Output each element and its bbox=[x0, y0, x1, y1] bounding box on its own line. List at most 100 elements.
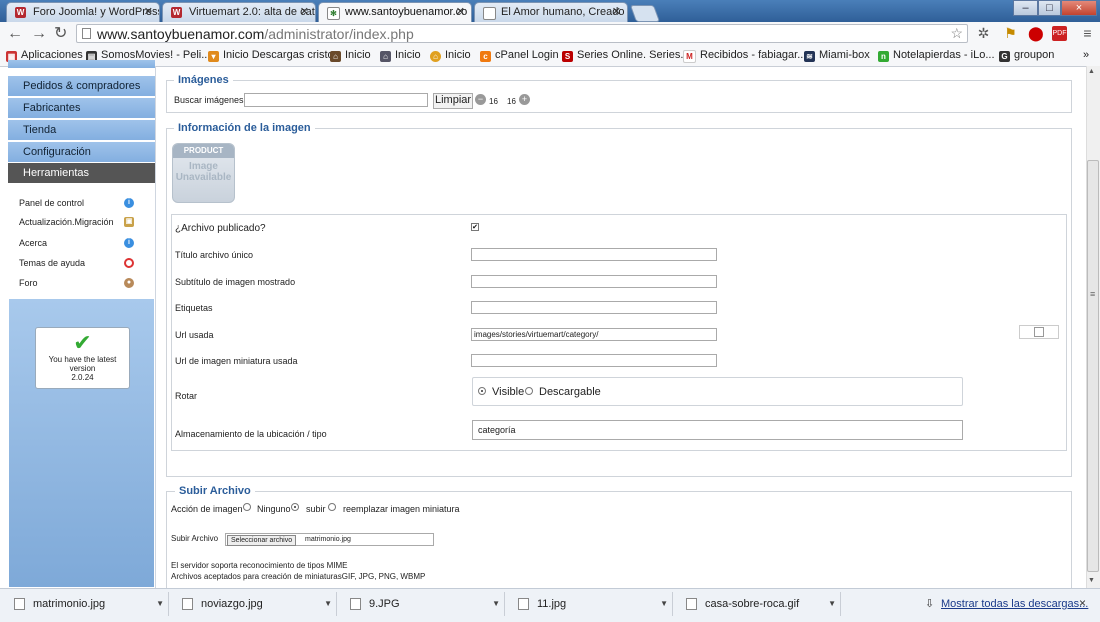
search-images-label: Buscar imágenes bbox=[174, 95, 244, 105]
mime-note: El servidor soporta reconocimiento de ti… bbox=[171, 561, 348, 570]
submenu-actualizacion[interactable]: Actualización.Migración bbox=[19, 217, 114, 227]
clear-button[interactable]: Limpiar bbox=[433, 93, 474, 109]
url-input[interactable] bbox=[471, 328, 717, 341]
download-filename: matrimonio.jpg bbox=[33, 598, 106, 610]
tab-amor-humano[interactable]: El Amor humano, Creado ✕ bbox=[474, 2, 628, 22]
sidebar-item-tienda[interactable]: Tienda bbox=[8, 120, 155, 141]
upload-file-label: Subir Archivo bbox=[171, 534, 219, 543]
bookmark-gmail[interactable]: M Recibidos - fabiagar... bbox=[683, 49, 806, 63]
bookmark-inicio-3[interactable]: ⌂ Inicio bbox=[430, 49, 471, 62]
imagenes-legend: Imágenes bbox=[174, 74, 233, 86]
stop-icon[interactable]: ⬤ bbox=[1028, 26, 1044, 41]
image-file-icon bbox=[518, 598, 529, 610]
close-icon[interactable]: ✕ bbox=[300, 3, 309, 21]
chevron-down-icon[interactable]: ▼ bbox=[492, 592, 500, 616]
bookmark-descargas[interactable]: ▾ Inicio Descargas cristo bbox=[208, 49, 334, 62]
action-none-radio[interactable] bbox=[243, 503, 251, 511]
back-arrow-icon[interactable]: ← bbox=[7, 25, 23, 43]
bookmark-groupon[interactable]: Ggroupon bbox=[999, 49, 1054, 62]
published-checkbox[interactable]: ✔ bbox=[471, 223, 479, 231]
grip-icon: ≡ bbox=[1090, 289, 1096, 299]
bookmark-series[interactable]: S Series Online. Series... bbox=[562, 49, 690, 62]
downloadable-radio[interactable] bbox=[525, 387, 533, 395]
close-icon[interactable]: ✕ bbox=[456, 3, 465, 21]
minimize-button[interactable]: – bbox=[1013, 0, 1038, 16]
action-replace-radio[interactable] bbox=[328, 503, 336, 511]
submenu-temas-ayuda[interactable]: Temas de ayuda bbox=[19, 258, 85, 268]
action-upload-radio[interactable] bbox=[291, 503, 299, 511]
home-icon: ⌂ bbox=[430, 51, 441, 62]
submenu-panel-control[interactable]: Panel de control bbox=[19, 198, 84, 208]
sidebar-item-pedidos[interactable]: Pedidos & compradores bbox=[8, 76, 155, 97]
rotate-label: Rotar bbox=[175, 391, 198, 401]
groupon-icon: G bbox=[999, 51, 1010, 62]
tab-foro-joomla[interactable]: W Foro Joomla! y WordPress ✕ bbox=[6, 2, 160, 22]
subtitle-input[interactable] bbox=[471, 275, 717, 288]
chevron-down-icon[interactable]: ▼ bbox=[828, 592, 836, 616]
upload-panel bbox=[166, 491, 1072, 601]
star-icon[interactable]: ☆ bbox=[950, 25, 963, 42]
lifebuoy-icon bbox=[124, 258, 134, 268]
visible-radio[interactable] bbox=[478, 387, 486, 395]
storage-input[interactable] bbox=[472, 420, 963, 440]
chevron-down-icon[interactable]: ▼ bbox=[324, 592, 332, 616]
menu-icon[interactable]: ≡ bbox=[1080, 26, 1095, 41]
forward-arrow-icon[interactable]: → bbox=[31, 25, 47, 43]
minus-icon[interactable]: − bbox=[475, 94, 486, 105]
tab-santoybuenamor[interactable]: ✻ www.santoybuenamor.co ✕ bbox=[318, 2, 472, 22]
download-item[interactable]: 9.JPG ▼ bbox=[340, 592, 505, 616]
download-filename: casa-sobre-roca.gif bbox=[705, 598, 800, 610]
reload-icon[interactable]: ↻ bbox=[54, 25, 67, 43]
extension-puzzle-icon[interactable]: ✲ bbox=[976, 26, 991, 41]
new-tab-button[interactable] bbox=[629, 5, 661, 22]
bookmark-flag-icon[interactable]: ⚑ bbox=[1003, 26, 1018, 41]
choose-file-button[interactable]: Seleccionar archivo bbox=[227, 535, 297, 546]
thumb-url-label: Url de imagen miniatura usada bbox=[175, 356, 298, 366]
address-bar[interactable]: www.santoybuenamor.com/administrator/ind… bbox=[76, 24, 968, 43]
download-item[interactable]: noviazgo.jpg ▼ bbox=[172, 592, 337, 616]
close-downloads-button[interactable]: × bbox=[1079, 596, 1086, 610]
bookmark-miami-box[interactable]: ≋ Miami-box bbox=[804, 49, 870, 62]
maximize-button[interactable]: □ bbox=[1038, 0, 1061, 16]
close-window-button[interactable]: × bbox=[1061, 0, 1097, 16]
close-icon[interactable]: ✕ bbox=[612, 3, 621, 21]
sidebar-item-configuracion[interactable]: Configuración bbox=[8, 142, 155, 163]
action-upload-label: subir bbox=[306, 504, 326, 514]
search-images-input[interactable] bbox=[244, 93, 428, 107]
submenu-foro[interactable]: Foro bbox=[19, 278, 38, 288]
page-prev-count: 16 bbox=[489, 97, 498, 106]
bookmark-inicio-2[interactable]: ⌂ Inicio bbox=[380, 49, 421, 62]
bookmark-inicio-1[interactable]: ⌂ Inicio bbox=[330, 49, 371, 62]
chevron-down-icon[interactable]: ▼ bbox=[156, 592, 164, 616]
download-arrow-icon: ⇩ bbox=[925, 598, 935, 610]
download-item[interactable]: 11.jpg ▼ bbox=[508, 592, 673, 616]
pdf-icon[interactable]: PDF bbox=[1052, 26, 1067, 41]
bookmark-cpanel[interactable]: c cPanel Login bbox=[480, 49, 559, 62]
show-all-downloads-link[interactable]: Mostrar todas las descargas... bbox=[941, 598, 1088, 610]
chevron-down-icon[interactable]: ▼ bbox=[660, 592, 668, 616]
scrollbar-thumb[interactable]: ≡ bbox=[1087, 160, 1099, 572]
placeholder-label: Unavailable bbox=[175, 172, 232, 183]
plus-icon[interactable]: + bbox=[519, 94, 530, 105]
scroll-up-icon[interactable]: ▲ bbox=[1088, 68, 1095, 75]
page-icon bbox=[82, 28, 91, 39]
image-file-icon bbox=[182, 598, 193, 610]
thumb-url-input[interactable] bbox=[471, 354, 717, 367]
more-bookmarks-icon[interactable]: » bbox=[1083, 49, 1089, 61]
download-item[interactable]: matrimonio.jpg ▼ bbox=[4, 592, 169, 616]
file-input[interactable]: Seleccionar archivo matrimonio.jpg bbox=[225, 533, 434, 546]
sidebar-item-herramientas[interactable]: Herramientas bbox=[8, 163, 155, 184]
sidebar-item-fabricantes[interactable]: Fabricantes bbox=[8, 98, 155, 119]
tags-input[interactable] bbox=[471, 301, 717, 314]
close-icon[interactable]: ✕ bbox=[144, 3, 153, 21]
sidebar-item-productos[interactable] bbox=[8, 60, 155, 69]
version-box: ✔ You have the latest version 2.0.24 bbox=[35, 327, 130, 389]
gmail-icon: M bbox=[683, 50, 696, 63]
submenu-acerca[interactable]: Acerca bbox=[19, 238, 47, 248]
title-input[interactable] bbox=[471, 248, 717, 261]
download-item[interactable]: casa-sobre-roca.gif ▼ bbox=[676, 592, 841, 616]
scroll-down-icon[interactable]: ▼ bbox=[1088, 577, 1095, 584]
tab-virtuemart[interactable]: W Virtuemart 2.0: alta de cat ✕ bbox=[162, 2, 316, 22]
bookmark-notelapierdas[interactable]: n Notelapierdas - iLo... bbox=[878, 49, 995, 62]
series-icon: S bbox=[562, 51, 573, 62]
